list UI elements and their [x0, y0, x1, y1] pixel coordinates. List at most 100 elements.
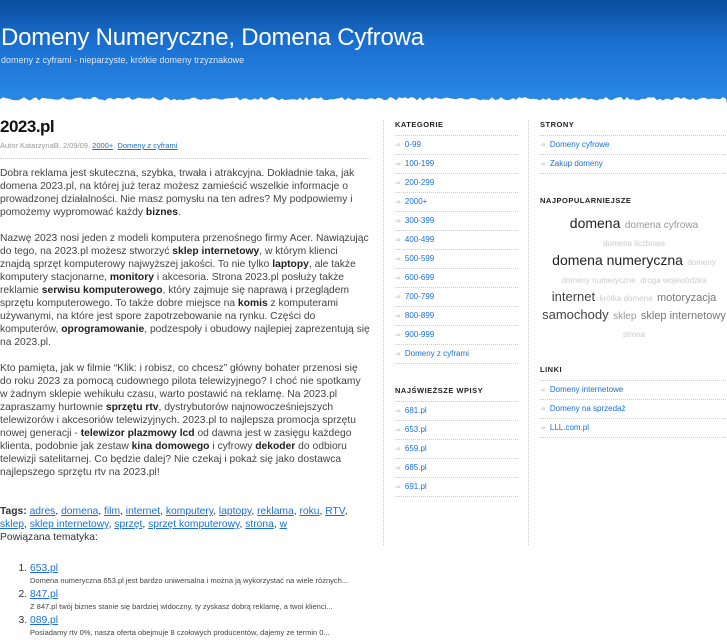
- pages-list: ➾ Domeny cyfrowe ➾ Zakup domeny: [540, 136, 727, 174]
- page-item-link[interactable]: Zakup domeny: [550, 159, 603, 168]
- arrow-icon: ➾: [540, 387, 546, 394]
- tag-cloud-link[interactable]: sklep: [613, 311, 636, 322]
- category-item-link[interactable]: 300-399: [405, 216, 434, 225]
- tag-cloud-link[interactable]: krótka domena: [600, 294, 653, 303]
- keyword: oprogramowanie: [61, 324, 144, 335]
- recent-item-link[interactable]: 653.pl: [405, 425, 427, 434]
- arrow-icon: ➾: [395, 465, 401, 472]
- tag-cloud-link[interactable]: samochody: [542, 307, 608, 322]
- page-item-link[interactable]: Domeny cyfrowe: [550, 140, 610, 149]
- category-item-link[interactable]: 600-699: [405, 273, 434, 282]
- popular-heading: NAJPOPULARNIEJSZE: [540, 196, 727, 211]
- tag-cloud-link[interactable]: strona: [623, 330, 645, 339]
- post-tags: Tags: adres, domena, film, internet, kom…: [0, 505, 370, 531]
- tag-cloud-link[interactable]: domena: [570, 215, 621, 231]
- category-item-link[interactable]: 0-99: [405, 140, 421, 149]
- keyword: kina domowego: [132, 441, 210, 452]
- sidebar-column-2: STRONY ➾ Domeny cyfrowe ➾ Zakup domeny NAJP…: [528, 120, 727, 545]
- category-item: ➾ 2000+: [395, 193, 518, 212]
- tag-cloud-link[interactable]: internet: [552, 289, 595, 304]
- tag-cloud-link[interactable]: domena liczbowa: [603, 239, 665, 248]
- category-item-link[interactable]: 800-899: [405, 311, 434, 320]
- related-link[interactable]: 089.pl: [30, 615, 58, 626]
- tag-link[interactable]: sprzęt: [114, 519, 142, 530]
- category-item: ➾ Domeny z cyframi: [395, 345, 518, 364]
- tag-link[interactable]: domena: [61, 506, 98, 517]
- recent-item-link[interactable]: 685.pl: [405, 463, 427, 472]
- recent-item-link[interactable]: 681.pl: [405, 406, 427, 415]
- category-link[interactable]: 2000+: [92, 141, 113, 150]
- post-title[interactable]: 2023.pl: [0, 120, 370, 133]
- tag-link[interactable]: RTV: [325, 506, 344, 517]
- tag-cloud-link[interactable]: droga wojewódzka: [640, 276, 706, 285]
- related-excerpt: Posiadamy rtv 0%, nasza oferta obejmuje …: [30, 627, 370, 638]
- tag-link[interactable]: roku: [299, 506, 319, 517]
- tag-link[interactable]: w: [280, 519, 287, 530]
- tag-cloud-link[interactable]: sklep internetowy: [641, 310, 726, 322]
- tag-link[interactable]: internet: [126, 506, 160, 517]
- tag-link[interactable]: sklep internetowy: [30, 519, 109, 530]
- tag-link[interactable]: sklep: [0, 519, 24, 530]
- category-item: ➾ 500-599: [395, 250, 518, 269]
- keyword: telewizor plazmowy lcd: [81, 428, 195, 439]
- tag-cloud-link[interactable]: domena cyfrowa: [625, 220, 698, 231]
- category-item-link[interactable]: Domeny z cyframi: [405, 349, 469, 358]
- tag-link[interactable]: sprzęt komputerowy: [148, 519, 239, 530]
- site-description: domeny z cyframi - nieparzyste, krótkie …: [1, 55, 244, 65]
- header-ragged-edge: [0, 94, 727, 104]
- category-item-link[interactable]: 2000+: [405, 197, 427, 206]
- pages-heading: STRONY: [540, 120, 727, 136]
- category-item-link[interactable]: 500-599: [405, 254, 434, 263]
- post: 2023.pl Autor KatarzynaB. 2/09/09. 2000+…: [0, 120, 370, 640]
- sidebar-column-1: KATEGORIE ➾ 0-99 ➾ 100-199 ➾ 200-299 ➾ 2000+ ➾ 30…: [395, 120, 518, 519]
- keyword: serwisu komputerowego: [42, 285, 163, 296]
- category-item: ➾ 600-699: [395, 269, 518, 288]
- tag-cloud-link[interactable]: motoryzacja: [657, 292, 716, 304]
- arrow-icon: ➾: [395, 161, 401, 168]
- category-item-link[interactable]: 900-999: [405, 330, 434, 339]
- tag-link[interactable]: laptopy: [219, 506, 251, 517]
- keyword: dekoder: [255, 441, 295, 452]
- link-item-link[interactable]: Domeny na sprzedaż: [550, 404, 626, 413]
- tag-cloud-link[interactable]: domena numeryczna: [552, 252, 683, 268]
- tag-cloud-link[interactable]: domeny numeryczne: [562, 276, 636, 285]
- tag-link[interactable]: reklama: [257, 506, 294, 517]
- category-item: ➾ 300-399: [395, 212, 518, 231]
- arrow-icon: ➾: [395, 427, 401, 434]
- recent-list: ➾ 681.pl ➾ 653.pl ➾ 659.pl ➾ 685.pl ➾ 691.pl: [395, 402, 518, 497]
- recent-item-link[interactable]: 659.pl: [405, 444, 427, 453]
- tag-link[interactable]: film: [104, 506, 120, 517]
- link-item-link[interactable]: LLL.com.pl: [550, 423, 589, 432]
- category-item-link[interactable]: 200-299: [405, 178, 434, 187]
- category-item-link[interactable]: 400-499: [405, 235, 434, 244]
- arrow-icon: ➾: [395, 199, 401, 206]
- category-link[interactable]: Domeny z cyframi: [117, 141, 177, 150]
- tag-link[interactable]: adres: [30, 506, 56, 517]
- link-item-link[interactable]: Domeny internetowe: [550, 385, 623, 394]
- site-header: Domeny Numeryczne, Domena Cyfrowa domeny…: [0, 0, 727, 104]
- category-item: ➾ 900-999: [395, 326, 518, 345]
- category-item: ➾ 200-299: [395, 174, 518, 193]
- arrow-icon: ➾: [395, 218, 401, 225]
- related-item: 653.plDomena numeryczna 653.pl jest bard…: [30, 562, 370, 586]
- arrow-icon: ➾: [395, 351, 401, 358]
- related-link[interactable]: 847.pl: [30, 589, 58, 600]
- recent-item: ➾ 691.pl: [395, 478, 518, 497]
- keyword: biznes: [146, 207, 178, 218]
- related-excerpt: Domena numeryczna 653.pl jest bardzo uni…: [30, 575, 370, 586]
- recent-item-link[interactable]: 691.pl: [405, 482, 427, 491]
- arrow-icon: ➾: [395, 275, 401, 282]
- category-item-link[interactable]: 100-199: [405, 159, 434, 168]
- tag-cloud-link[interactable]: domeny: [687, 258, 715, 267]
- links-heading: LINKI: [540, 365, 727, 381]
- related-list: 653.plDomena numeryczna 653.pl jest bard…: [0, 562, 370, 638]
- related-link[interactable]: 653.pl: [30, 563, 58, 574]
- site-title[interactable]: Domeny Numeryczne, Domena Cyfrowa: [1, 24, 424, 52]
- category-item-link[interactable]: 700-799: [405, 292, 434, 301]
- arrow-icon: ➾: [540, 406, 546, 413]
- recent-item: ➾ 685.pl: [395, 459, 518, 478]
- tag-link[interactable]: strona: [245, 519, 274, 530]
- recent-item: ➾ 653.pl: [395, 421, 518, 440]
- tag-link[interactable]: komputery: [166, 506, 213, 517]
- post-paragraph: Dobra reklama jest skuteczna, szybka, tr…: [0, 167, 370, 219]
